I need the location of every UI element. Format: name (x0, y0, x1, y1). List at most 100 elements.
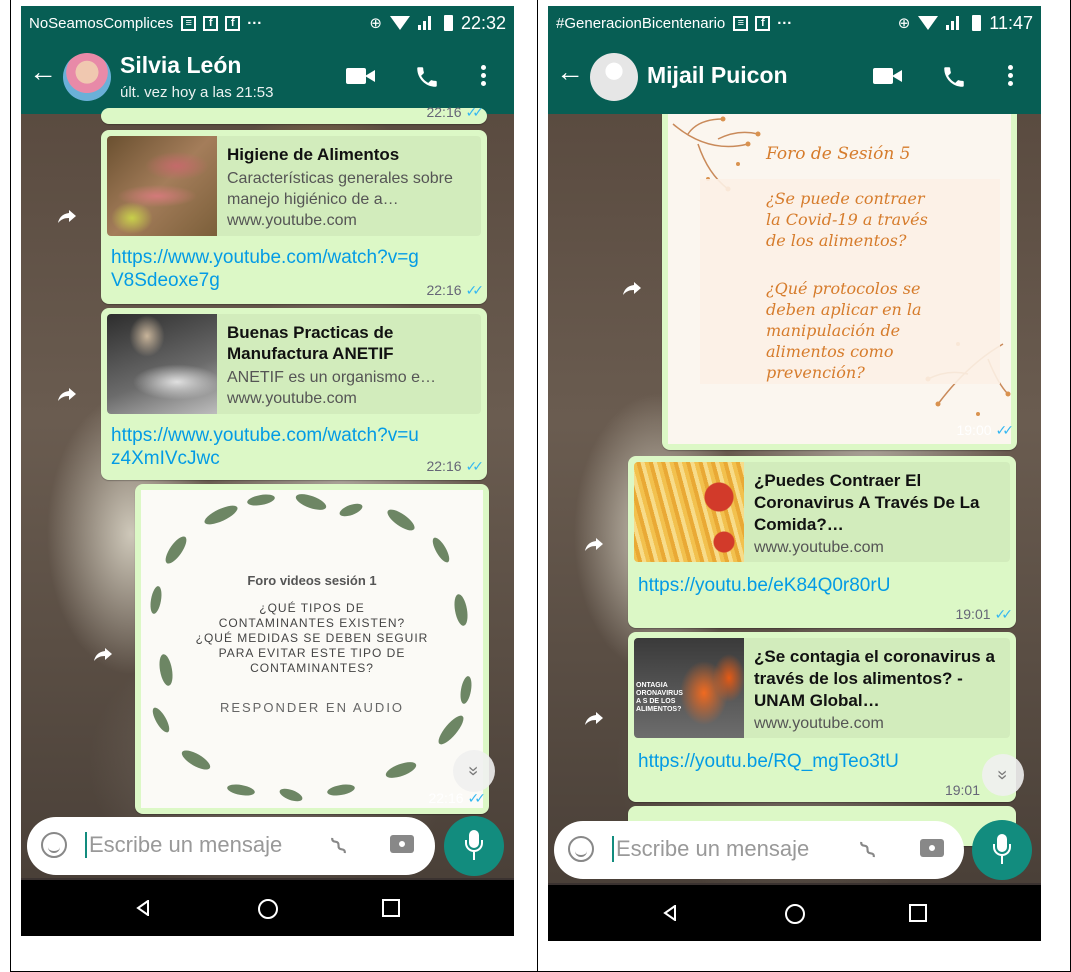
message-time: 19:01 (955, 606, 991, 622)
image-message[interactable]: Foro videos sesión 1 ¿QUÉ TIPOS DE CONTA… (135, 484, 489, 814)
nav-recents-icon[interactable] (382, 899, 400, 917)
poster-line: PARA EVITAR ESTE TIPO DE (218, 646, 406, 660)
forward-icon[interactable] (582, 706, 606, 730)
message-link[interactable]: https://www.youtube.com/watch?v=uz4XmIVc… (111, 424, 427, 470)
message-link[interactable]: https://youtu.be/eK84Q0r80rU (638, 574, 1006, 597)
message-link[interactable]: https://youtu.be/RQ_mgTeo3tU (638, 750, 1006, 773)
message-input-placeholder[interactable]: Escribe un mensaje (612, 836, 809, 862)
phone-call-icon[interactable] (414, 64, 440, 90)
last-seen: últ. vez hoy a las 21:53 (120, 84, 274, 101)
camera-icon[interactable] (920, 839, 944, 857)
message-link[interactable]: https://www.youtube.com/watch?v=gV8Sdeox… (111, 246, 427, 292)
back-arrow-icon[interactable]: ← (556, 58, 584, 86)
phone-screenshot-left: NoSeamosComplices ≡ f f ··· ⊕ 22:32 ← Si… (21, 6, 514, 936)
nav-home-icon[interactable] (785, 904, 805, 924)
message-time: 19:00 (956, 422, 992, 438)
message-bubble-partial[interactable]: 22:16 ✓✓ (101, 104, 487, 124)
poster-footer: RESPONDER EN AUDIO (219, 700, 405, 715)
contact-name[interactable]: Silvia León (120, 52, 241, 79)
wifi-icon (918, 16, 939, 30)
message-time: 22:16 (426, 104, 462, 120)
facebook-icon: f (225, 15, 241, 31)
video-call-icon[interactable] (873, 64, 903, 90)
signal-icon (946, 16, 964, 30)
mic-button[interactable] (972, 820, 1032, 880)
link-description: ANETIF es un organismo e… (227, 369, 436, 386)
poster-line: ¿Qué protocolos se (766, 279, 921, 298)
link-preview[interactable]: ONTAGIA ORONAVIRUS A S DE LOS ALIMENTOS?… (634, 638, 1010, 738)
poster-line: manipulación de (766, 321, 901, 340)
link-preview[interactable]: ¿Puedes Contraer El Coronavirus A Través… (634, 462, 1010, 562)
status-time: 11:47 (989, 12, 1033, 33)
link-message[interactable]: ONTAGIA ORONAVIRUS A S DE LOS ALIMENTOS?… (628, 632, 1016, 802)
poster-line: ¿QUÉ MEDIDAS SE DEBEN SEGUIR (195, 631, 429, 645)
avatar[interactable] (590, 53, 638, 101)
poster-line: de los alimentos? (766, 231, 907, 250)
forward-icon[interactable] (620, 276, 644, 300)
back-arrow-icon[interactable]: ← (29, 58, 57, 86)
poster-image[interactable]: Foro videos sesión 1 ¿QUÉ TIPOS DE CONTA… (141, 490, 483, 808)
contact-name[interactable]: Mijail Puicon (647, 62, 788, 89)
link-domain: www.youtube.com (227, 390, 357, 407)
forward-icon[interactable] (55, 204, 79, 228)
status-bar: NoSeamosComplices ≡ f f ··· ⊕ 22:32 (21, 6, 514, 40)
poster-line: CONTAMINANTES EXISTEN? (218, 616, 406, 630)
read-ticks-icon: ✓✓ (465, 282, 485, 298)
mic-button[interactable] (444, 816, 504, 876)
link-description: Características generales sobre manejo h… (227, 170, 453, 208)
scroll-to-bottom-button[interactable]: » (982, 754, 1024, 796)
link-title: ¿Puedes Contraer El Coronavirus A Través… (754, 471, 980, 534)
nav-back-icon[interactable] (136, 900, 150, 916)
data-saver-icon: ⊕ (897, 15, 911, 32)
link-message[interactable]: Buenas Practicas de Manufactura ANETIF A… (101, 308, 487, 480)
nav-home-icon[interactable] (258, 899, 278, 919)
link-message[interactable]: Higiene de Alimentos Características gen… (101, 130, 487, 304)
forward-icon[interactable] (55, 382, 79, 406)
link-domain: www.youtube.com (227, 212, 357, 229)
read-ticks-icon: ✓✓ (465, 104, 485, 120)
poster-heading: Foro de Sesión 5 (766, 144, 911, 164)
video-thumbnail: ONTAGIA ORONAVIRUS A S DE LOS ALIMENTOS? (634, 638, 744, 738)
attach-icon[interactable]: ⌇ (325, 831, 355, 863)
poster-line: ¿Se puede contraer (766, 189, 925, 208)
chat-background: 22:16 ✓✓ Higiene de Alimentos Característ… (21, 104, 514, 878)
battery-icon (443, 15, 453, 31)
message-time: 19:01 (944, 782, 980, 798)
status-time: 22:32 (460, 12, 506, 33)
phone-call-icon[interactable] (941, 64, 967, 90)
nav-back-icon[interactable] (663, 905, 677, 921)
attach-icon[interactable]: ⌇ (854, 835, 884, 867)
facebook-icon: f (203, 15, 219, 31)
emoji-icon[interactable] (568, 836, 594, 862)
video-thumbnail (107, 314, 217, 414)
image-message[interactable]: Foro de Sesión 5 ¿Se puede contraer la C… (662, 114, 1017, 450)
nav-recents-icon[interactable] (909, 904, 927, 922)
link-preview[interactable]: Higiene de Alimentos Características gen… (107, 136, 481, 236)
emoji-icon[interactable] (41, 832, 67, 858)
poster-line: deben aplicar en la (766, 300, 922, 319)
forward-icon[interactable] (582, 532, 606, 556)
link-message[interactable]: ¿Puedes Contraer El Coronavirus A Través… (628, 456, 1016, 628)
video-call-icon[interactable] (346, 64, 376, 90)
message-input-bar[interactable]: Escribe un mensaje ⌇ (554, 821, 964, 879)
chat-background: Foro de Sesión 5 ¿Se puede contraer la C… (548, 114, 1041, 883)
menu-dots-icon[interactable] (1008, 62, 1013, 88)
link-domain: www.youtube.com (754, 539, 884, 556)
video-thumbnail (107, 136, 217, 236)
poster-line: alimentos como (766, 342, 894, 361)
system-nav-bar (548, 885, 1041, 941)
message-time: 22:16 (428, 790, 464, 806)
menu-dots-icon[interactable] (481, 62, 486, 88)
message-input-placeholder[interactable]: Escribe un mensaje (85, 832, 282, 858)
poster-image[interactable]: Foro de Sesión 5 ¿Se puede contraer la C… (668, 114, 1011, 444)
forward-icon[interactable] (91, 642, 115, 666)
link-preview[interactable]: Buenas Practicas de Manufactura ANETIF A… (107, 314, 481, 414)
scroll-to-bottom-button[interactable]: » (453, 750, 495, 792)
camera-icon[interactable] (390, 835, 414, 853)
read-ticks-icon: ✓✓ (995, 422, 1015, 438)
signal-icon (417, 16, 436, 30)
avatar[interactable] (63, 53, 111, 101)
data-saver-icon: ⊕ (369, 15, 382, 32)
message-input-bar[interactable]: Escribe un mensaje ⌇ (27, 817, 435, 875)
more-notifications-icon: ··· (247, 14, 263, 32)
